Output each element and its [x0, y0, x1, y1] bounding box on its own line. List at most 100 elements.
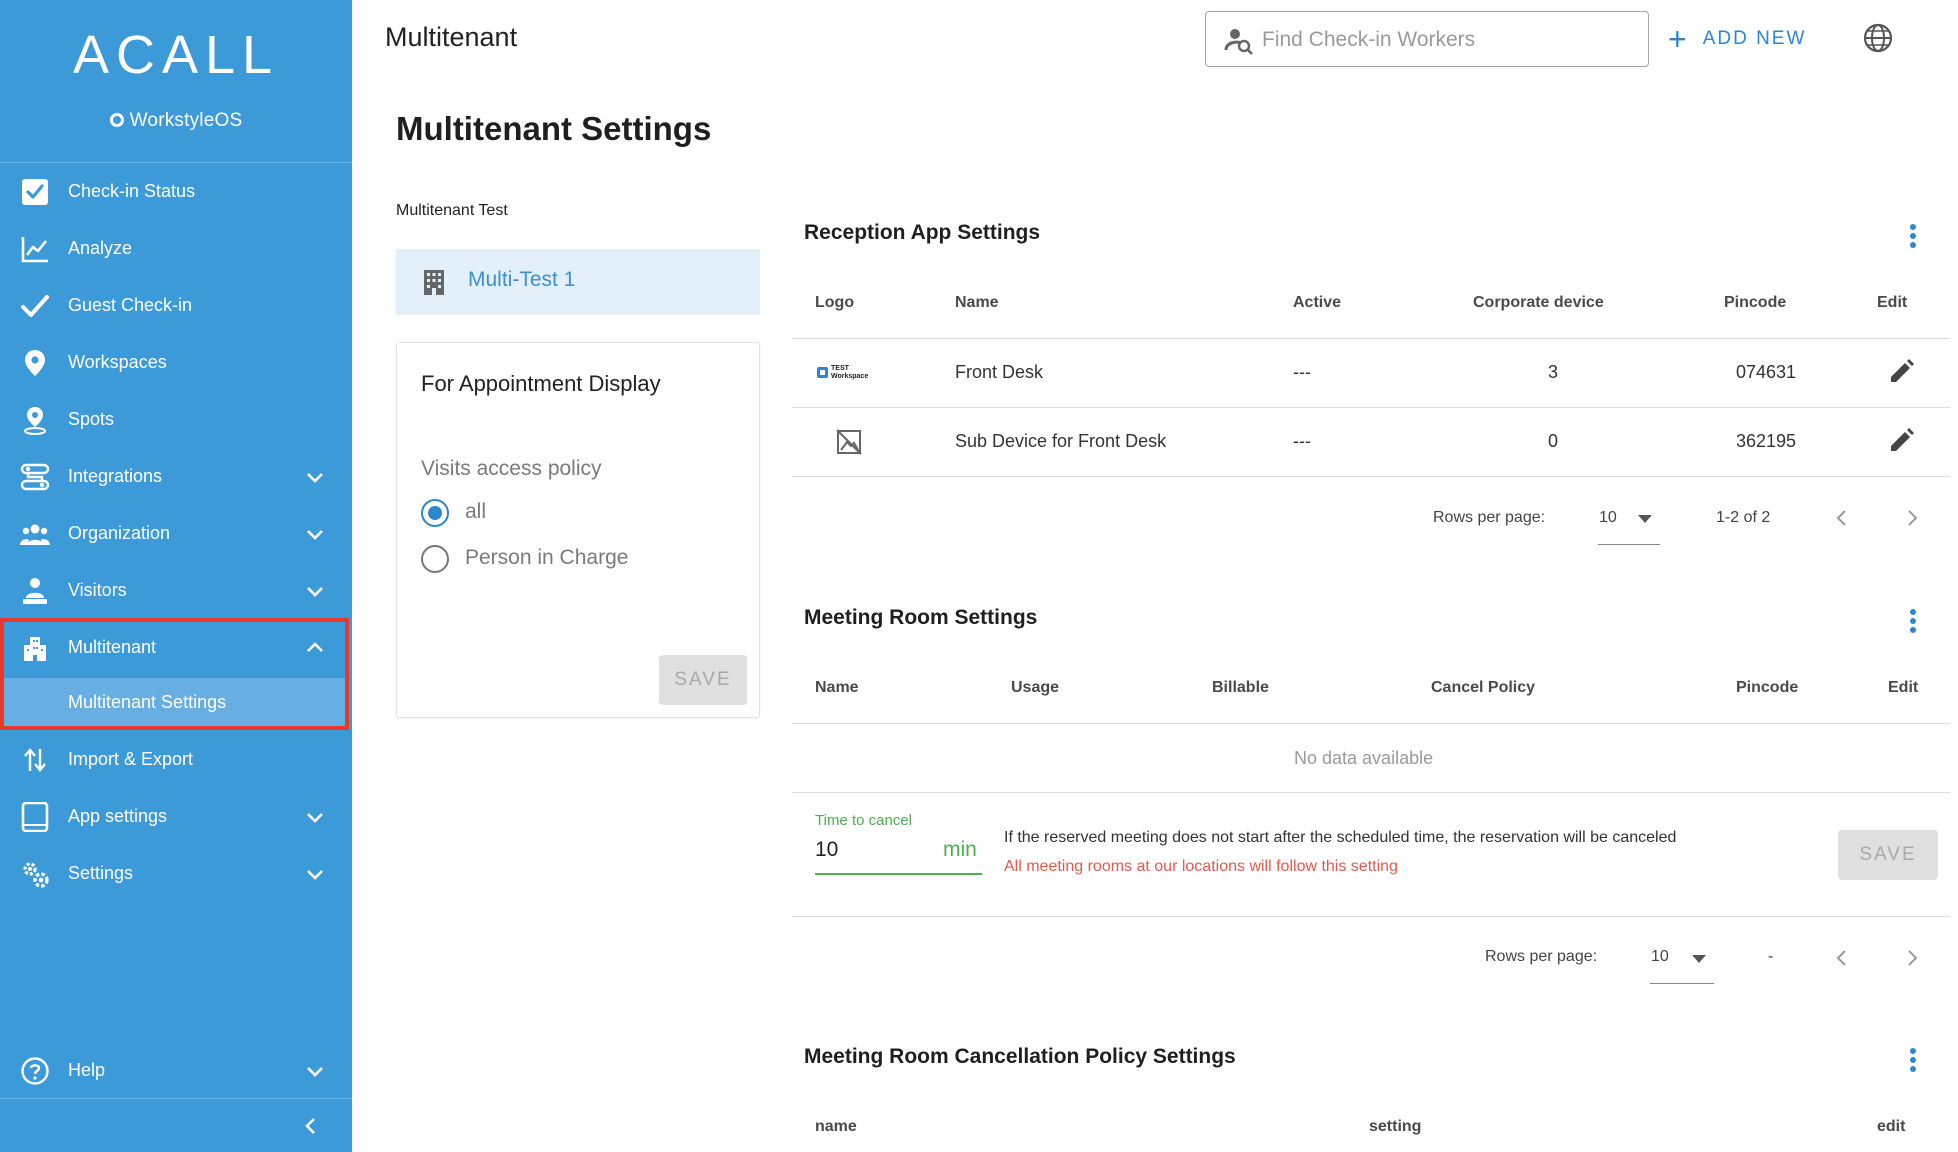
rows-per-page-label: Rows per page: [1433, 509, 1546, 526]
sidebar-item-app-settings[interactable]: App settings [0, 788, 352, 845]
rows-per-page-label: Rows per page: [1485, 948, 1598, 965]
divider [792, 916, 1950, 917]
cell-active: --- [1293, 431, 1311, 451]
column-header: Edit [1877, 294, 1908, 311]
sidebar-item-integrations[interactable]: Integrations [0, 448, 352, 505]
radio-person-in-charge[interactable] [421, 545, 449, 573]
section-title: Meeting Room Cancellation Policy Setting… [804, 1045, 1236, 1068]
section-title: Meeting Room Settings [804, 606, 1038, 629]
sidebar-item-label: Spots [68, 409, 115, 429]
divider [792, 338, 1950, 339]
sidebar-item-label: App settings [68, 806, 168, 826]
dropdown-arrow-icon[interactable] [1638, 515, 1652, 523]
sidebar-item-label: Workspaces [68, 352, 167, 372]
input-underline [815, 873, 982, 875]
sidebar-item-check-in-status[interactable]: Check-in Status [0, 163, 352, 220]
edit-pencil-icon[interactable] [1887, 427, 1915, 455]
sidebar-item-workspaces[interactable]: Workspaces [0, 334, 352, 391]
divider [0, 1098, 352, 1099]
chevron-down-icon [307, 870, 323, 880]
group-icon [20, 524, 50, 545]
column-header: Logo [815, 294, 855, 311]
column-header: Billable [1212, 679, 1269, 696]
sidebar-item-help[interactable]: Help [0, 1042, 352, 1099]
highlight-box [0, 618, 349, 730]
column-header: Cancel Policy [1431, 679, 1536, 696]
radio-all-label[interactable]: all [465, 500, 486, 524]
tablet-icon [21, 802, 49, 832]
cell-corporate-device: 3 [1548, 362, 1559, 382]
column-header: Pincode [1724, 294, 1787, 311]
cell-active: --- [1293, 362, 1311, 382]
rows-per-page-select[interactable]: 10 [1599, 509, 1617, 527]
chart-icon [21, 237, 48, 263]
sidebar-item-label: Integrations [68, 466, 163, 486]
search-input[interactable]: Find Check-in Workers [1205, 11, 1649, 67]
column-header: Usage [1011, 679, 1060, 696]
sidebar-item-guest-check-in[interactable]: Guest Check-in [0, 277, 352, 334]
radio-all[interactable] [421, 499, 449, 527]
chevron-down-icon [307, 1067, 323, 1077]
no-image-icon [836, 429, 862, 455]
integrations-icon [20, 463, 50, 491]
cancel-description: If the reserved meeting does not start a… [1004, 829, 1677, 846]
sidebar-item-label: Analyze [68, 238, 133, 258]
sidebar-item-label: Guest Check-in [68, 295, 193, 315]
radio-person-in-charge-label[interactable]: Person in Charge [465, 546, 628, 570]
user-search-icon [1224, 29, 1253, 55]
column-header: Edit [1888, 679, 1919, 696]
pagination-range: - [1768, 948, 1774, 965]
cell-corporate-device: 0 [1548, 431, 1559, 451]
collapse-sidebar-icon[interactable] [300, 1115, 322, 1137]
checkmark-icon [21, 295, 49, 317]
tenant-name: Multi-Test 1 [468, 268, 576, 291]
rows-per-page-select[interactable]: 10 [1651, 948, 1669, 966]
prev-page-icon[interactable] [1834, 948, 1850, 968]
workstyleos-logo: WorkstyleOS [0, 110, 352, 132]
globe-icon[interactable] [1862, 22, 1894, 54]
cancel-warning: All meeting rooms at our locations will … [1004, 858, 1398, 875]
person-pin-icon [24, 407, 46, 435]
more-options-icon[interactable] [1910, 1048, 1916, 1072]
more-options-icon[interactable] [1910, 609, 1916, 633]
chevron-down-icon [307, 473, 323, 483]
ring-icon [109, 113, 124, 127]
plus-icon: + [1668, 21, 1689, 57]
divider [792, 792, 1950, 793]
sidebar-item-label: Settings [68, 863, 134, 883]
chevron-down-icon [307, 813, 323, 823]
search-placeholder: Find Check-in Workers [1262, 28, 1476, 51]
sidebar-item-analyze[interactable]: Analyze [0, 220, 352, 277]
column-header: name [815, 1118, 857, 1135]
sidebar-item-settings[interactable]: Settings [0, 845, 352, 902]
next-page-icon[interactable] [1904, 948, 1920, 968]
save-button[interactable]: SAVE [659, 655, 747, 705]
column-header: Corporate device [1473, 294, 1604, 311]
prev-page-icon[interactable] [1834, 508, 1850, 528]
checkbox-icon [22, 179, 48, 205]
select-underline [1650, 983, 1714, 984]
sidebar-item-import-export[interactable]: Import & Export [0, 731, 352, 788]
appointment-display-card: For Appointment Display Visits access po… [396, 342, 760, 718]
tenant-list-item[interactable]: Multi-Test 1 [396, 249, 760, 315]
sidebar-item-spots[interactable]: Spots [0, 391, 352, 448]
sidebar-item-label: Organization [68, 523, 171, 543]
dropdown-arrow-icon[interactable] [1692, 955, 1706, 963]
time-to-cancel-input[interactable]: 10 [815, 838, 838, 862]
building-icon [424, 270, 444, 295]
sidebar-item-label: Visitors [68, 580, 127, 600]
more-options-icon[interactable] [1910, 224, 1916, 248]
workspace-logo-text: TEST Workspace [831, 365, 869, 380]
edit-pencil-icon[interactable] [1887, 358, 1915, 386]
sidebar-item-organization[interactable]: Organization [0, 505, 352, 562]
meeting-save-button[interactable]: SAVE [1838, 830, 1938, 880]
sidebar-item-visitors[interactable]: Visitors [0, 562, 352, 619]
next-page-icon[interactable] [1904, 508, 1920, 528]
select-underline [1598, 544, 1660, 545]
workspace-logo: TEST Workspace [815, 364, 879, 382]
column-header: edit [1877, 1118, 1906, 1135]
column-header: setting [1369, 1118, 1422, 1135]
add-new-button[interactable]: + ADD NEW [1668, 21, 1806, 57]
cell-name: Sub Device for Front Desk [955, 431, 1167, 451]
cell-name: Front Desk [955, 362, 1044, 382]
